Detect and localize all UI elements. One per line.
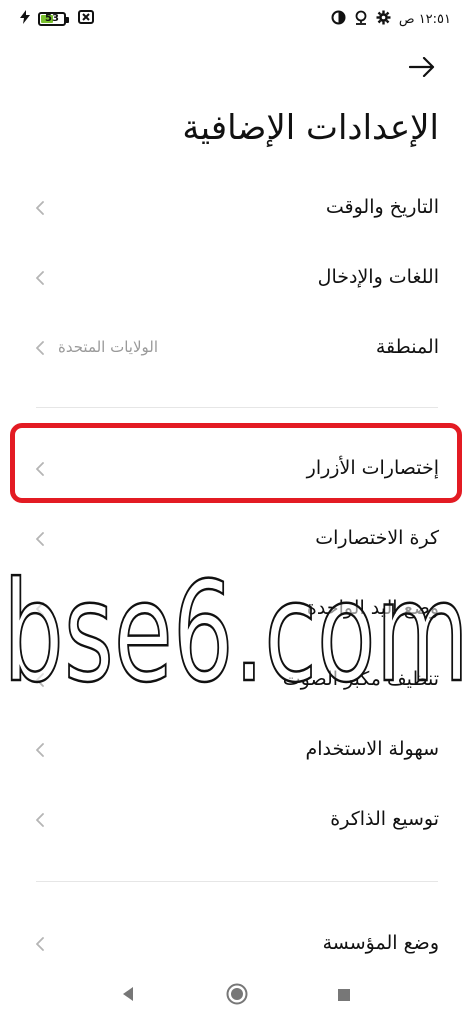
chevron-left-icon (34, 601, 46, 616)
row-value: الولايات المتحدة (58, 338, 159, 356)
chevron-left-icon (34, 672, 46, 687)
nav-home-button[interactable] (223, 982, 251, 1010)
status-right-icons: ١٢:٥١ ص (331, 10, 451, 28)
chevron-left-icon (34, 531, 46, 546)
row-label: المنطقة (375, 336, 439, 358)
divider (36, 881, 438, 882)
data-saver-icon (331, 10, 346, 28)
settings-row-languages[interactable]: اللغات والإدخال (0, 242, 473, 312)
row-label: كرة الاختصارات (315, 527, 439, 549)
chevron-left-icon (34, 461, 46, 476)
back-triangle-icon (120, 986, 136, 1006)
navigation-bar (0, 966, 473, 1024)
divider (36, 407, 438, 408)
battery-icon: 53 (38, 11, 69, 26)
chevron-left-icon (34, 812, 46, 827)
settings-row-clear-speaker[interactable]: تنظيف مكبر الصوت (0, 644, 473, 714)
arrow-right-icon (408, 56, 435, 81)
battery-level: 53 (45, 12, 59, 24)
row-label: وضع اليد الواحدة (306, 597, 439, 619)
settings-row-one-handed-mode[interactable]: وضع اليد الواحدة (0, 573, 473, 643)
gear-icon (376, 10, 391, 28)
chevron-left-icon (34, 340, 46, 355)
status-bar: 53 ١٢:٥١ ص (0, 0, 473, 40)
nav-back-button[interactable] (114, 982, 142, 1010)
row-label: توسيع الذاكرة (330, 808, 439, 830)
row-label: إختصارات الأزرار (306, 457, 439, 479)
chevron-left-icon (34, 270, 46, 285)
status-time: ١٢:٥١ ص (398, 11, 451, 27)
back-button[interactable] (407, 54, 437, 84)
chevron-left-icon (34, 742, 46, 757)
nav-recents-button[interactable] (330, 982, 358, 1010)
row-label: سهولة الاستخدام (305, 738, 439, 760)
settings-row-region[interactable]: المنطقة الولايات المتحدة (0, 312, 473, 382)
charging-bolt-icon (20, 9, 30, 28)
page-title: الإعدادات الإضافية (182, 108, 439, 148)
settings-row-quick-ball[interactable]: كرة الاختصارات (0, 503, 473, 573)
settings-row-date-time[interactable]: التاريخ والوقت (0, 172, 473, 242)
location-icon (354, 10, 368, 28)
row-label: التاريخ والوقت (325, 196, 439, 218)
chevron-left-icon (34, 936, 46, 951)
settings-row-accessibility[interactable]: سهولة الاستخدام (0, 714, 473, 784)
status-left-icons: 53 (20, 9, 94, 28)
row-label: وضع المؤسسة (322, 932, 439, 954)
chevron-left-icon (34, 200, 46, 215)
home-circle-icon (225, 982, 249, 1010)
recents-square-icon (337, 987, 351, 1006)
row-label: تنظيف مكبر الصوت (282, 668, 439, 690)
settings-row-memory-extension[interactable]: توسيع الذاكرة (0, 784, 473, 854)
sim-off-icon (78, 9, 94, 28)
settings-row-button-shortcuts[interactable]: إختصارات الأزرار (0, 433, 473, 503)
row-label: اللغات والإدخال (317, 266, 439, 288)
